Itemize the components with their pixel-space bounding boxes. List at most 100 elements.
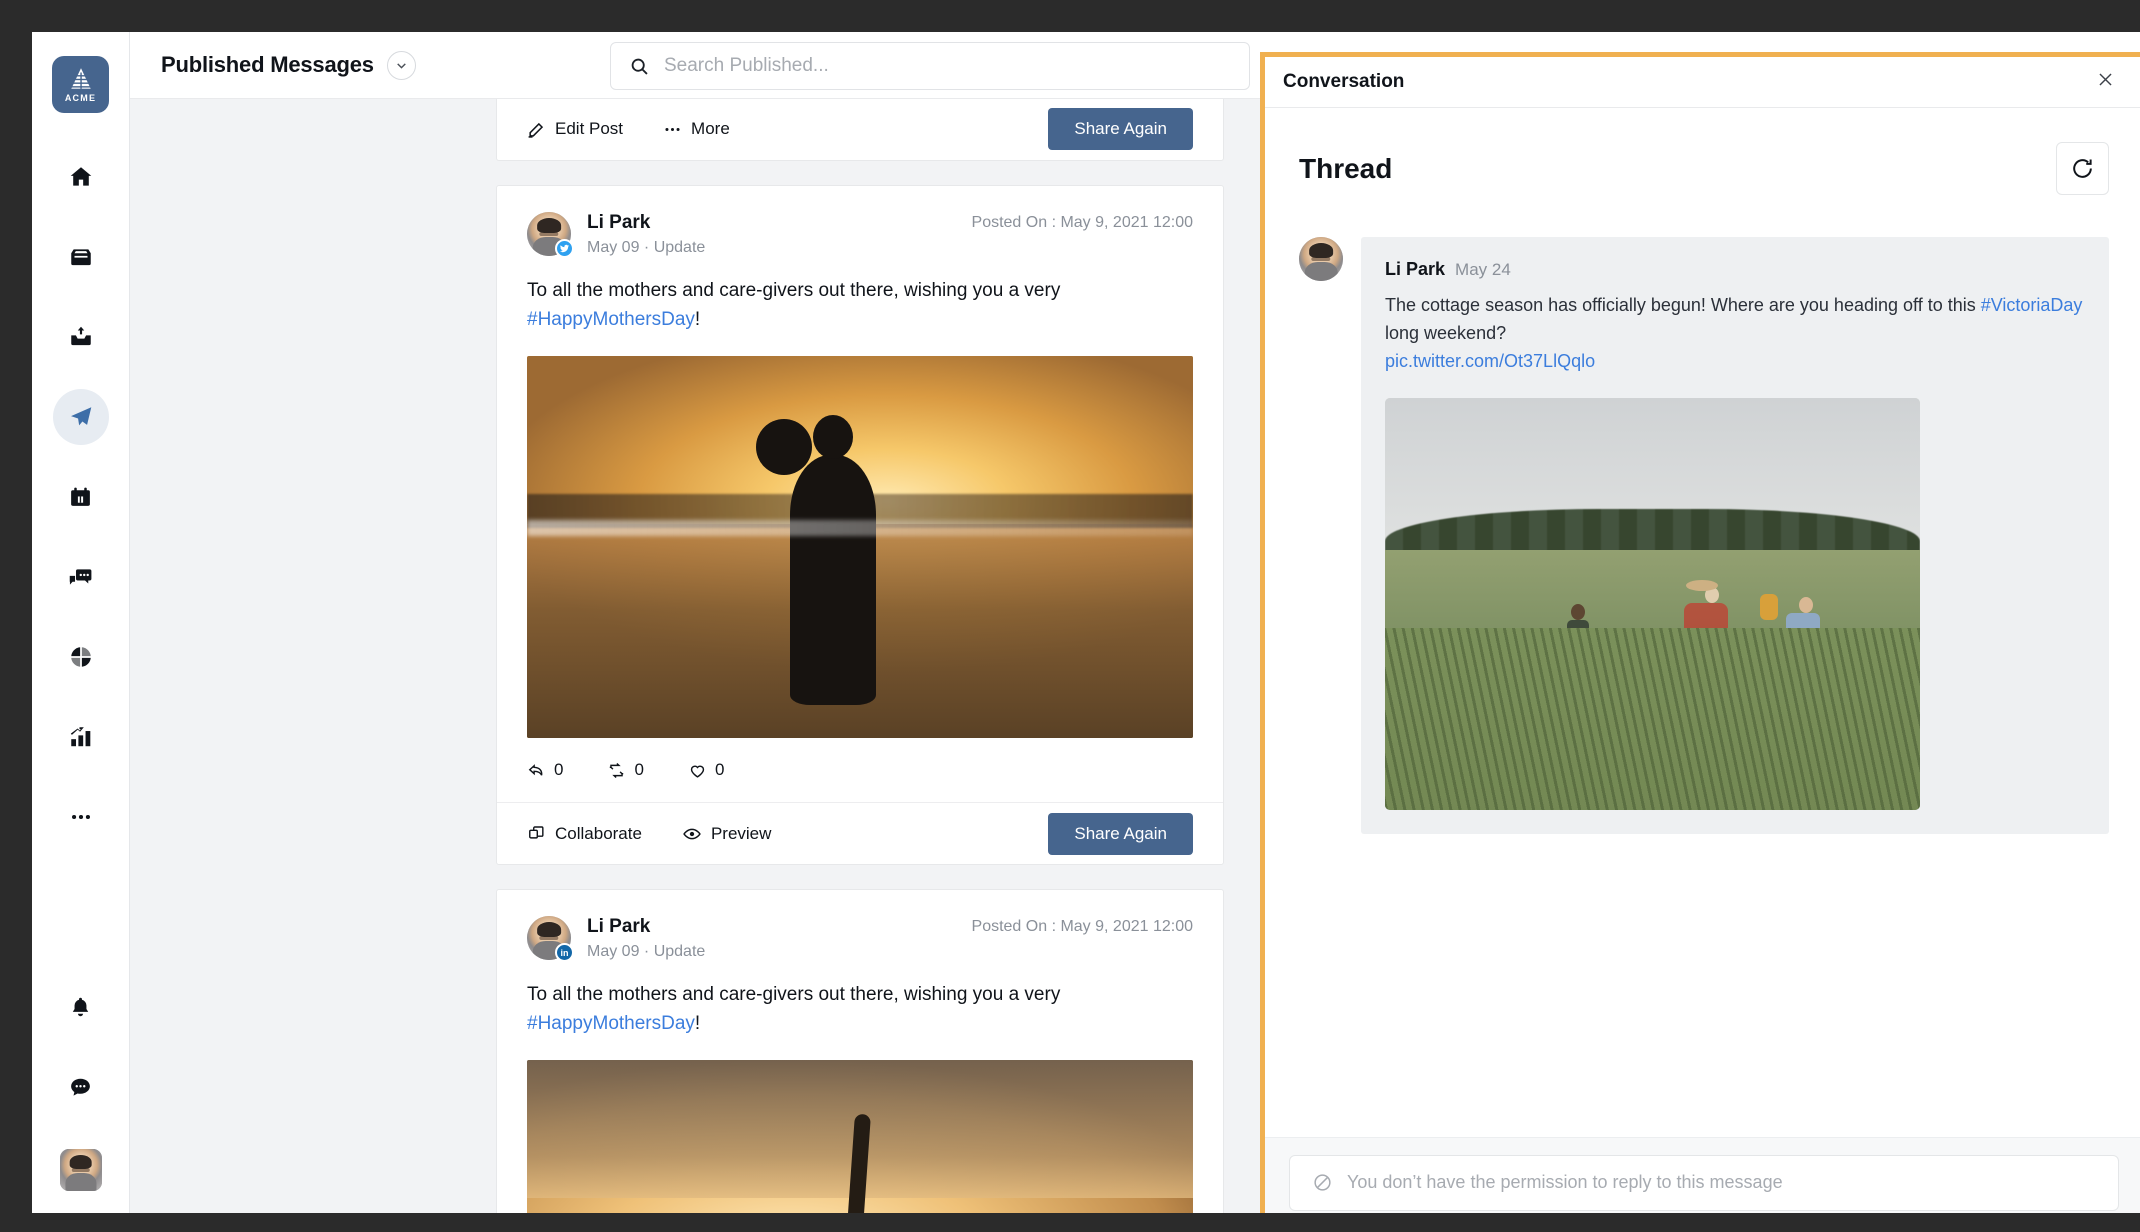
avatar-image (59, 1149, 102, 1191)
conversation-footer: You don’t have the permission to reply t… (1265, 1137, 2140, 1213)
post-action-bar: Collaborate Preview Share Again (497, 802, 1223, 864)
sidebar-item-home[interactable] (53, 149, 109, 205)
posted-on: Posted On : May 9, 2021 12:00 (971, 214, 1193, 231)
sidebar-item-inbox[interactable] (53, 229, 109, 285)
post-image[interactable] (527, 356, 1193, 738)
sidebar-item-engage[interactable] (53, 549, 109, 605)
edit-post-button[interactable]: Edit Post (527, 119, 623, 139)
sidebar-nav (32, 149, 129, 869)
post-text-before: To all the mothers and care-givers out t… (527, 280, 1061, 301)
preview-label: Preview (710, 823, 772, 843)
post-avatar-wrap: in (527, 916, 574, 962)
retweet-icon (610, 762, 624, 778)
chevron-down-icon (397, 62, 406, 69)
brand-name: ACME (64, 93, 97, 103)
post-separator: · (643, 943, 650, 960)
post-date: May 09 (587, 239, 640, 256)
post-header: in Li Park May 09 · Update Posted On: M… (497, 890, 1223, 962)
pencil-icon (528, 122, 544, 138)
thread-message: Li Park May 24 The cottage season has off… (1265, 195, 2140, 834)
sidebar-item-received[interactable] (53, 309, 109, 365)
chat-icon (71, 1078, 90, 1096)
post-hashtag-link[interactable]: #HappyMothersDay (527, 309, 695, 330)
post-image-art (527, 356, 1193, 738)
post-card-partial: Edit Post More Share Again (496, 99, 1224, 161)
message-hashtag-link[interactable]: #VictoriaDay (1981, 295, 2083, 315)
post-date: May 09 (587, 943, 640, 960)
sidebar-item-listening[interactable] (53, 629, 109, 685)
post-card: in Li Park May 09 · Update Posted On: M… (496, 889, 1224, 1213)
refresh-button[interactable] (2056, 142, 2109, 195)
message-author: Li Park (1385, 259, 1446, 279)
calendar-icon (71, 487, 90, 506)
heart-icon (690, 765, 705, 778)
message-pic-link[interactable]: pic.twitter.com/Ot37LlQqlo (1385, 351, 1595, 371)
search-input[interactable]: Search Published... (610, 42, 1250, 90)
more-label: More (691, 119, 730, 138)
page-title: Published Messages (161, 52, 374, 77)
message-image[interactable] (1385, 397, 1920, 810)
left-sidebar: ACME (32, 32, 130, 1213)
share-again-button[interactable]: Share Again (1048, 812, 1193, 855)
post-header: Li Park May 09 · Update Posted On : May … (497, 186, 1223, 258)
reply-icon (528, 763, 543, 776)
post-image[interactable] (527, 1060, 1193, 1213)
stat-likes: 0 (688, 760, 724, 780)
message-image-art (1385, 397, 1920, 810)
bell-icon (72, 997, 89, 1016)
sidebar-item-calendar[interactable] (53, 469, 109, 525)
conversation-panel-title: Conversation (1283, 71, 1405, 92)
collaborate-icon (529, 826, 544, 839)
avatar[interactable] (59, 1149, 102, 1191)
pie-chart-icon (70, 647, 91, 667)
post-meta: Li Park May 09 · Update (587, 212, 705, 257)
message-text-part2: long weekend? (1385, 322, 1507, 343)
edit-post-label: Edit Post (555, 119, 624, 138)
thread-title: Thread (1299, 152, 1393, 184)
post-hashtag-link[interactable]: #HappyMothersDay (527, 1013, 695, 1034)
post-card: Li Park May 09 · Update Posted On : May … (496, 185, 1224, 865)
post-author: Li Park (587, 212, 651, 233)
stat-retweets-value: 0 (634, 760, 644, 779)
chat-bubbles-icon (69, 569, 91, 585)
reply-disabled-message: You don’t have the permission to reply t… (1347, 1172, 1783, 1192)
inbox-icon (70, 249, 91, 266)
brand-logo[interactable]: ACME (52, 56, 109, 113)
post-text-before: To all the mothers and care-givers out t… (527, 984, 1061, 1005)
sidebar-item-messages[interactable] (53, 1059, 109, 1115)
linkedin-icon: in (555, 943, 574, 962)
screenshot-root: ACME Published Messages Search Published… (0, 0, 2140, 1232)
app-window: ACME Published Messages Search Published… (32, 32, 2140, 1213)
preview-button[interactable]: Preview (682, 824, 771, 844)
message-timestamp: May 24 (1455, 260, 1511, 279)
sidebar-item-more[interactable] (53, 789, 109, 845)
posted-on: Posted On : May 9, 2021 12:00 (971, 918, 1193, 935)
share-again-button[interactable]: Share Again (1048, 108, 1193, 150)
twitter-icon (555, 239, 574, 258)
post-author: Li Park (587, 916, 651, 937)
search-icon (631, 58, 648, 75)
ellipsis-icon (71, 814, 90, 820)
post-text-after: ! (694, 308, 701, 330)
sidebar-item-notifications[interactable] (53, 979, 109, 1035)
collaborate-button[interactable]: Collaborate (527, 824, 642, 844)
post-meta: Li Park May 09 · Update (587, 916, 705, 961)
stat-replies-value: 0 (554, 760, 564, 779)
message-text: The cottage season has officially begun!… (1385, 292, 2085, 376)
post-action-bar: Edit Post More Share Again (497, 99, 1223, 160)
sidebar-item-analytics[interactable] (53, 709, 109, 765)
more-button[interactable]: More (663, 119, 730, 139)
feed: Edit Post More Share Again Li Park May 0… (496, 99, 1224, 1213)
page-title-dropdown-button[interactable] (386, 50, 416, 80)
sidebar-bottom (32, 979, 129, 1213)
ellipsis-icon (665, 127, 680, 131)
stat-retweets: 0 (607, 760, 644, 780)
post-text: To all the mothers and care-givers out t… (497, 257, 1223, 334)
search-placeholder: Search Published... (664, 55, 829, 76)
post-type: Update (653, 239, 706, 256)
home-icon (70, 167, 91, 186)
sidebar-item-publisher[interactable] (52, 389, 109, 445)
post-subline: May 09 · Update (587, 943, 705, 961)
eye-icon (683, 828, 701, 839)
close-icon[interactable] (2096, 70, 2115, 94)
